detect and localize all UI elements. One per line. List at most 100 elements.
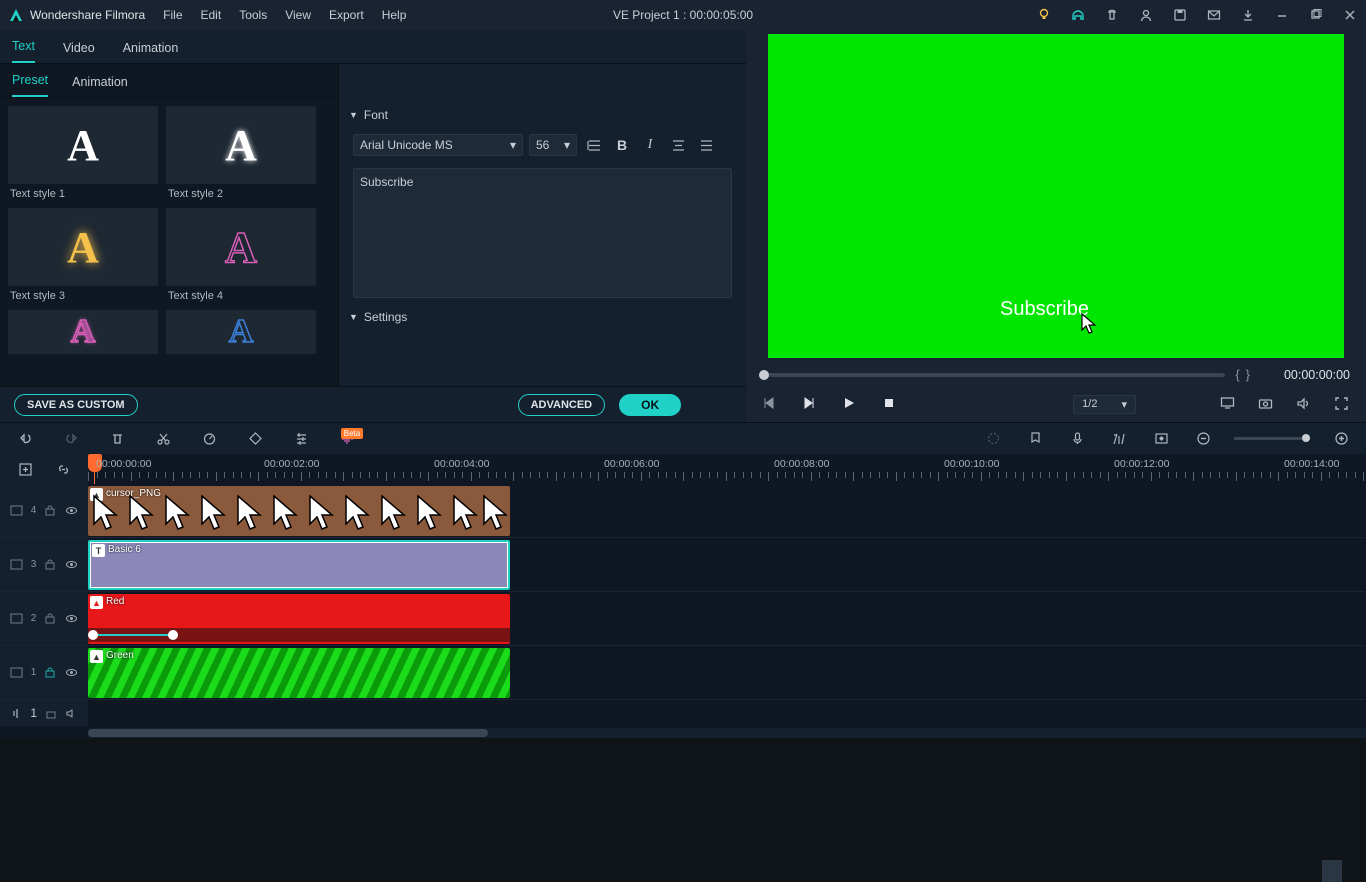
- preset-style-3[interactable]: A Text style 3: [8, 208, 158, 306]
- snapshot-icon[interactable]: [1258, 396, 1274, 412]
- lock-icon[interactable]: [45, 707, 58, 720]
- redo-icon[interactable]: [60, 428, 82, 450]
- mixer-icon[interactable]: [1108, 428, 1130, 450]
- mute-icon[interactable]: [65, 707, 78, 720]
- preset-grid: A Text style 1 A Text style 2 A Text sty…: [0, 98, 338, 386]
- link-icon[interactable]: [52, 458, 74, 480]
- preset-style-6[interactable]: A: [166, 310, 316, 354]
- clip-cursor-png[interactable]: ▲ cursor_PNG: [88, 486, 510, 536]
- step-forward-icon[interactable]: [802, 396, 818, 412]
- zoom-thumb[interactable]: [1302, 434, 1310, 442]
- zoom-out-icon[interactable]: [1192, 428, 1214, 450]
- preview-quality-select[interactable]: 1/2 ▾: [1073, 395, 1136, 414]
- font-size-value: 56: [536, 138, 549, 152]
- clip-green[interactable]: ▲ Green: [88, 648, 510, 698]
- render-icon[interactable]: [982, 428, 1004, 450]
- menu-edit[interactable]: Edit: [201, 8, 222, 22]
- user-icon[interactable]: [1138, 7, 1154, 23]
- hscrollbar-thumb[interactable]: [88, 729, 488, 737]
- align-justify-icon[interactable]: [695, 134, 717, 156]
- clip-red[interactable]: ▲ Red: [88, 594, 510, 644]
- volume-icon[interactable]: [1296, 396, 1312, 412]
- line-spacing-icon[interactable]: [583, 134, 605, 156]
- lock-icon[interactable]: [44, 666, 57, 679]
- timeline-ruler[interactable]: 00:00:00:00 00:00:02:00 00:00:04:00 00:0…: [88, 454, 1366, 484]
- voiceover-icon[interactable]: [1066, 428, 1088, 450]
- headphones-icon[interactable]: [1070, 7, 1086, 23]
- stop-icon[interactable]: [882, 396, 898, 412]
- video-track-3: 3 T Basic 6: [0, 538, 1366, 592]
- tab-animation2[interactable]: Animation: [72, 75, 128, 97]
- display-icon[interactable]: [1220, 396, 1236, 412]
- lock-icon[interactable]: [44, 504, 57, 517]
- save-icon[interactable]: [1172, 7, 1188, 23]
- timeline-hscrollbar[interactable]: [88, 728, 1366, 738]
- close-icon[interactable]: [1342, 7, 1358, 23]
- preset-style-2[interactable]: A Text style 2: [166, 106, 316, 204]
- track-number: 4: [31, 505, 37, 516]
- lightbulb-icon[interactable]: [1036, 7, 1052, 23]
- zoom-in-icon[interactable]: [1330, 428, 1352, 450]
- visibility-icon[interactable]: [65, 612, 78, 625]
- adjust-icon[interactable]: [290, 428, 312, 450]
- font-family-select[interactable]: Arial Unicode MS ▾: [353, 134, 523, 156]
- beta-badge: Beta: [341, 428, 363, 439]
- tab-video[interactable]: Video: [63, 41, 95, 63]
- visibility-icon[interactable]: [65, 504, 78, 517]
- align-center-icon[interactable]: [667, 134, 689, 156]
- font-size-select[interactable]: 56 ▾: [529, 134, 577, 156]
- preview-scrubber[interactable]: [762, 373, 1225, 377]
- trash-icon[interactable]: [1104, 7, 1120, 23]
- italic-button[interactable]: I: [639, 134, 661, 156]
- menu-help[interactable]: Help: [382, 8, 407, 22]
- mail-icon[interactable]: [1206, 7, 1222, 23]
- scrubber-thumb[interactable]: [759, 370, 769, 380]
- crop-icon[interactable]: [244, 428, 266, 450]
- preset-style-4[interactable]: A Text style 4: [166, 208, 316, 306]
- font-section-header[interactable]: ▼ Font: [339, 102, 746, 128]
- menu-export[interactable]: Export: [329, 8, 364, 22]
- preset-style-5[interactable]: A: [8, 310, 158, 354]
- track-header: 4: [0, 484, 88, 537]
- lock-icon[interactable]: [44, 612, 57, 625]
- in-out-brackets[interactable]: {}: [1235, 367, 1250, 382]
- keyframe-icon[interactable]: [1150, 428, 1172, 450]
- preview-quality-value: 1/2: [1082, 398, 1097, 410]
- preview-canvas[interactable]: Subscribe: [768, 34, 1344, 358]
- preset-style-1[interactable]: A Text style 1: [8, 106, 158, 204]
- save-as-custom-button[interactable]: SAVE AS CUSTOM: [14, 394, 138, 416]
- settings-section-header[interactable]: ▼ Settings: [339, 304, 746, 330]
- undo-icon[interactable]: [14, 428, 36, 450]
- delete-icon[interactable]: [106, 428, 128, 450]
- step-back-icon[interactable]: [762, 396, 778, 412]
- secondary-tabs: Preset Animation: [0, 64, 338, 98]
- visibility-icon[interactable]: [65, 558, 78, 571]
- lock-icon[interactable]: [44, 558, 57, 571]
- ok-button[interactable]: OK: [619, 394, 681, 416]
- split-icon[interactable]: [152, 428, 174, 450]
- visibility-icon[interactable]: [65, 666, 78, 679]
- tab-animation[interactable]: Animation: [123, 41, 179, 63]
- menu-file[interactable]: File: [163, 8, 182, 22]
- clip-basic-6[interactable]: T Basic 6: [88, 540, 510, 590]
- tab-text[interactable]: Text: [12, 39, 35, 63]
- timeline-toolbar: Beta: [0, 422, 1366, 454]
- zoom-slider[interactable]: [1234, 437, 1310, 440]
- marker-icon[interactable]: [1024, 428, 1046, 450]
- audio-meter-icon[interactable]: [1322, 860, 1342, 882]
- menu-tools[interactable]: Tools: [239, 8, 267, 22]
- advanced-button[interactable]: ADVANCED: [518, 394, 606, 416]
- fullscreen-icon[interactable]: [1334, 396, 1350, 412]
- minimize-icon[interactable]: [1274, 7, 1290, 23]
- audio-stretch-icon[interactable]: Beta: [336, 428, 358, 450]
- download-icon[interactable]: [1240, 7, 1256, 23]
- play-icon[interactable]: [842, 396, 858, 412]
- speed-icon[interactable]: [198, 428, 220, 450]
- text-content-input[interactable]: Subscribe: [353, 168, 732, 298]
- track-manager-icon[interactable]: [14, 458, 36, 480]
- maximize-icon[interactable]: [1308, 7, 1324, 23]
- clip-label: Red: [106, 596, 124, 607]
- tab-preset[interactable]: Preset: [12, 73, 48, 97]
- bold-button[interactable]: B: [611, 134, 633, 156]
- menu-view[interactable]: View: [285, 8, 311, 22]
